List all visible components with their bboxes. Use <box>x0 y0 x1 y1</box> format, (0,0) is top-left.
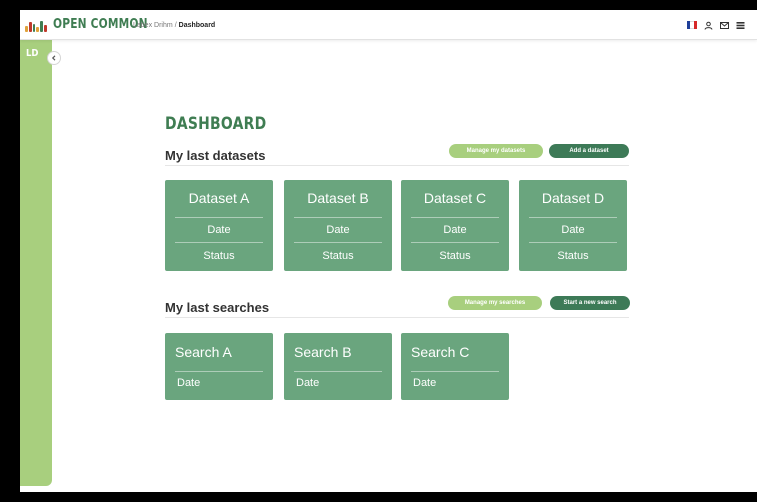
dataset-date: Date <box>443 224 467 236</box>
dataset-date: Date <box>326 224 350 236</box>
card-divider <box>175 242 263 243</box>
france-flag-icon[interactable] <box>687 21 697 29</box>
breadcrumb-separator: / <box>174 21 177 29</box>
search-card[interactable]: Search C Date <box>401 333 509 400</box>
breadcrumb-current: Dashboard <box>178 21 216 29</box>
dataset-card[interactable]: Dataset D Date Status <box>519 180 627 271</box>
start-new-search-button[interactable]: Start a new search <box>550 296 630 310</box>
dataset-title: Dataset D <box>541 190 605 206</box>
dataset-date: Date <box>207 224 231 236</box>
card-divider <box>175 217 263 218</box>
card-divider <box>529 242 617 243</box>
sidebar-toggle-button[interactable] <box>47 51 61 65</box>
search-card[interactable]: Search B Date <box>284 333 392 400</box>
search-title: Search C <box>411 344 470 360</box>
datasets-section-header: My last datasets Manage my datasets Add … <box>165 144 629 166</box>
dataset-title: Dataset C <box>423 190 487 206</box>
card-divider <box>411 242 499 243</box>
card-divider <box>411 217 499 218</box>
card-divider <box>411 371 499 372</box>
dataset-card[interactable]: Dataset C Date Status <box>401 180 509 271</box>
search-date: Date <box>296 377 320 389</box>
add-dataset-button[interactable]: Add a dataset <box>549 144 629 158</box>
search-date: Date <box>177 377 201 389</box>
user-icon[interactable] <box>704 21 713 30</box>
card-divider <box>294 217 382 218</box>
card-divider <box>294 371 382 372</box>
breadcrumb: Labex Drihm / Dashboard <box>133 10 215 40</box>
mail-icon[interactable] <box>720 21 729 30</box>
page-title: DASHBOARD <box>165 114 267 134</box>
dataset-date: Date <box>561 224 585 236</box>
search-date: Date <box>413 377 437 389</box>
search-card[interactable]: Search A Date <box>165 333 273 400</box>
breadcrumb-parent[interactable]: Labex Drihm <box>133 22 173 29</box>
dataset-card[interactable]: Dataset A Date Status <box>165 180 273 271</box>
sidebar: LD <box>20 40 52 486</box>
searches-section-header: My last searches Manage my searches Star… <box>165 296 630 318</box>
app-window: OPEN COMMON Labex Drihm / Dashboard LD D… <box>20 10 757 492</box>
manage-datasets-button[interactable]: Manage my datasets <box>449 144 543 158</box>
logo-icon <box>25 18 47 32</box>
top-bar: OPEN COMMON Labex Drihm / Dashboard <box>20 10 757 40</box>
chevron-left-icon <box>51 55 56 61</box>
dataset-status: Status <box>439 250 471 262</box>
card-divider <box>175 371 263 372</box>
dataset-title: Dataset B <box>307 190 369 206</box>
dataset-status: Status <box>322 250 354 262</box>
dataset-status: Status <box>203 250 235 262</box>
dataset-status: Status <box>557 250 589 262</box>
card-divider <box>529 217 617 218</box>
search-title: Search A <box>175 344 232 360</box>
menu-icon[interactable] <box>736 21 745 30</box>
dataset-card[interactable]: Dataset B Date Status <box>284 180 392 271</box>
sidebar-user-initials[interactable]: LD <box>26 48 38 59</box>
searches-heading: My last searches <box>165 300 270 315</box>
search-title: Search B <box>294 344 352 360</box>
manage-searches-button[interactable]: Manage my searches <box>448 296 542 310</box>
datasets-heading: My last datasets <box>165 148 266 163</box>
card-divider <box>294 242 382 243</box>
dataset-title: Dataset A <box>188 190 250 206</box>
top-right-actions <box>687 10 745 40</box>
